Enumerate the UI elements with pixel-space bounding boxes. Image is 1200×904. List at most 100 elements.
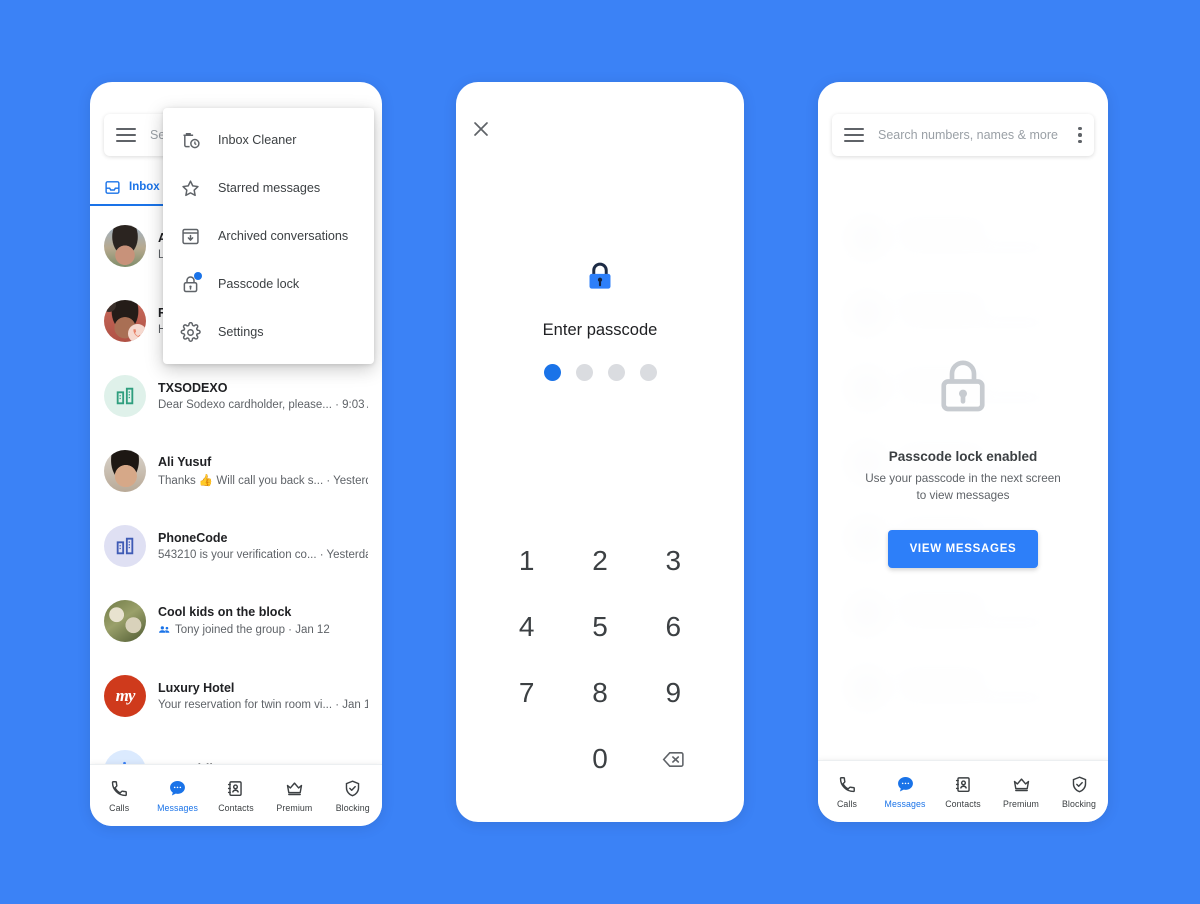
- building-icon: [116, 537, 134, 554]
- view-messages-button[interactable]: VIEW MESSAGES: [887, 529, 1039, 568]
- phone-3-screen: Search numbers, names & more Passcode lo…: [818, 82, 1108, 822]
- avatar: my: [104, 674, 146, 717]
- avatar: [104, 374, 146, 417]
- passcode-enabled-panel: Passcode lock enabled Use your passcode …: [818, 354, 1108, 568]
- nav-item-premium[interactable]: Premium: [993, 775, 1049, 809]
- nav-item-calls[interactable]: Calls: [819, 775, 875, 809]
- passcode-dot: [639, 364, 657, 381]
- notification-dot: [194, 272, 202, 280]
- passcode-dots: [456, 364, 744, 381]
- passcode-dot: [607, 364, 625, 381]
- key-0[interactable]: 0: [563, 726, 636, 792]
- message-bubble-icon: [170, 780, 186, 796]
- menu-item-archived-conversations[interactable]: Archived conversations: [163, 212, 374, 260]
- phone-icon: [111, 780, 127, 796]
- nav-item-label: Premium: [1003, 798, 1039, 809]
- nav-item-label: Premium: [276, 802, 313, 813]
- table-row[interactable]: my Luxury Hotel Your reservation for twi…: [90, 658, 382, 733]
- contact-card-icon: [228, 780, 243, 796]
- table-row[interactable]: PhoneCode 543210 is your verification co…: [90, 508, 382, 583]
- archive-icon: [179, 225, 201, 247]
- menu-item-label: Inbox Cleaner: [218, 133, 297, 147]
- crown-icon: [1013, 777, 1029, 791]
- avatar: [104, 224, 146, 267]
- trash-clock-icon: [179, 129, 201, 151]
- menu-item-starred-messages[interactable]: Starred messages: [163, 164, 374, 212]
- menu-item-passcode-lock[interactable]: Passcode lock: [163, 260, 374, 308]
- close-icon[interactable]: [470, 118, 492, 140]
- table-row[interactable]: Cool kids on the block Tony joined the g…: [90, 583, 382, 658]
- avatar: [104, 749, 146, 764]
- missed-call-icon: [128, 323, 146, 342]
- menu-item-settings[interactable]: Settings: [163, 308, 374, 356]
- phone-2-screen: Enter passcode 1 2 3 4 5 6 7 8 9 0: [456, 82, 744, 822]
- numeric-keypad: 1 2 3 4 5 6 7 8 9 0: [490, 528, 710, 792]
- contact-card-icon: [955, 776, 970, 792]
- conversation-snippet: Tony joined the group · Jan 12: [175, 623, 330, 636]
- key-8[interactable]: 8: [563, 660, 636, 726]
- phone-2-enter-passcode: Enter passcode 1 2 3 4 5 6 7 8 9 0: [456, 82, 744, 822]
- key-6[interactable]: 6: [637, 594, 710, 660]
- key-backspace[interactable]: [637, 726, 710, 792]
- key-blank: [490, 726, 563, 792]
- key-3[interactable]: 3: [637, 528, 710, 594]
- page-subtitle-line1: Use your passcode in the next screen: [865, 472, 1061, 485]
- brand-monogram: my: [115, 685, 136, 705]
- conversation-snippet: 543210 is your verification co... · Yest…: [158, 548, 368, 561]
- page-subtitle-line2: to view messages: [916, 488, 1010, 502]
- nav-item-contacts[interactable]: Contacts: [208, 779, 264, 813]
- overflow-menu: Inbox Cleaner Starred messages Archived …: [163, 108, 374, 364]
- menu-item-label: Settings: [218, 325, 264, 339]
- key-2[interactable]: 2: [563, 528, 636, 594]
- nav-item-premium[interactable]: Premium: [266, 779, 322, 813]
- search-bar[interactable]: Search numbers, names & more: [832, 114, 1094, 156]
- table-row[interactable]: Ali Yusuf Thanks 👍 Will call you back s.…: [90, 433, 382, 508]
- nav-item-label: Messages: [157, 802, 199, 813]
- avatar-badge-icon: [104, 299, 116, 312]
- page-subtitle: Use your passcode in the next screen to …: [818, 471, 1108, 505]
- nav-item-label: Calls: [836, 798, 858, 809]
- passcode-prompt: Enter passcode: [456, 260, 744, 381]
- nav-item-contacts[interactable]: Contacts: [935, 775, 991, 809]
- backspace-icon: [662, 751, 684, 767]
- key-4[interactable]: 4: [490, 594, 563, 660]
- group-icon: [159, 626, 170, 633]
- hamburger-menu-icon[interactable]: [116, 128, 136, 142]
- bottom-navigation: Calls Messages Contacts Premium Blocking: [818, 760, 1108, 822]
- kebab-menu-icon[interactable]: [1078, 126, 1082, 144]
- avatar: [104, 449, 146, 492]
- crown-icon: [286, 781, 303, 795]
- nav-item-label: Blocking: [335, 802, 370, 813]
- page-title: Enter passcode: [542, 321, 658, 339]
- nav-item-blocking[interactable]: Blocking: [1051, 775, 1107, 809]
- nav-item-messages[interactable]: Messages: [877, 775, 933, 809]
- tab-inbox[interactable]: Inbox: [90, 168, 234, 206]
- table-row[interactable]: Your Airline: [90, 733, 382, 764]
- key-9[interactable]: 9: [637, 660, 710, 726]
- nav-item-blocking[interactable]: Blocking: [325, 779, 381, 813]
- phone-1-inbox: Sea Inbox Ari Let: [90, 82, 382, 826]
- key-5[interactable]: 5: [563, 594, 636, 660]
- conversation-name: Luxury Hotel: [158, 680, 235, 695]
- nav-item-label: Calls: [109, 802, 130, 813]
- conversation-name: Ali Yusuf: [158, 454, 212, 469]
- phone-3-passcode-enabled: Search numbers, names & more Passcode lo…: [818, 82, 1108, 822]
- search-input[interactable]: Search numbers, names & more: [878, 128, 1064, 142]
- building-icon: [116, 387, 134, 404]
- table-row[interactable]: TXSODEXO Dear Sodexo cardholder, please.…: [90, 358, 382, 433]
- tab-inbox-label: Inbox: [129, 181, 160, 193]
- nav-item-label: Blocking: [1061, 798, 1097, 809]
- gear-icon: [179, 321, 201, 343]
- lock-icon: [179, 272, 202, 295]
- hamburger-menu-icon[interactable]: [844, 128, 864, 142]
- bottom-navigation: Calls Messages Contacts Premium Blocking: [90, 764, 382, 826]
- nav-item-calls[interactable]: Calls: [91, 779, 147, 813]
- avatar: [104, 599, 146, 642]
- nav-item-messages[interactable]: Messages: [150, 779, 206, 813]
- phone-icon: [839, 776, 855, 792]
- key-1[interactable]: 1: [490, 528, 563, 594]
- menu-item-inbox-cleaner[interactable]: Inbox Cleaner: [163, 116, 374, 164]
- key-7[interactable]: 7: [490, 660, 563, 726]
- passcode-dot: [575, 364, 593, 381]
- nav-item-label: Contacts: [218, 802, 254, 813]
